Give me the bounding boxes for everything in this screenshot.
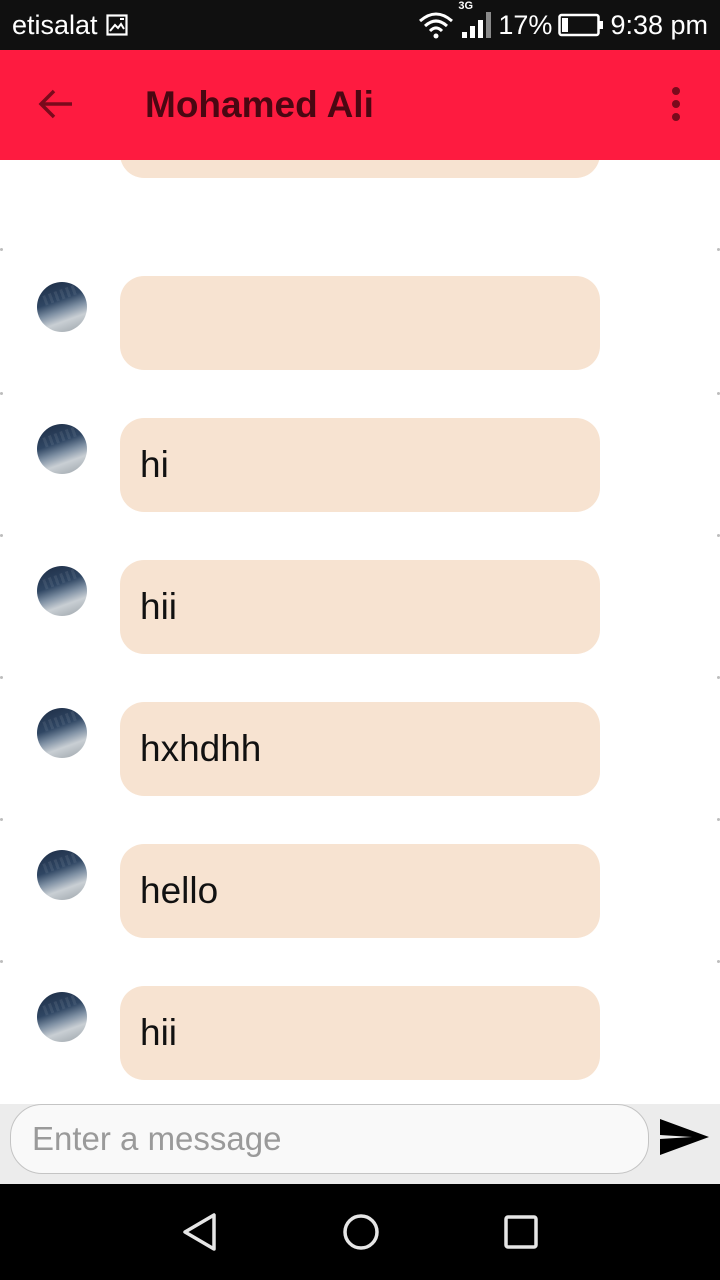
status-bar-left: etisalat	[12, 10, 128, 41]
system-navigation-bar	[0, 1184, 720, 1280]
message-bubble[interactable]: hii	[120, 986, 600, 1080]
message-row: hi	[0, 418, 720, 560]
message-list[interactable]: hi hii hxhdhh hello hii	[0, 160, 720, 1104]
message-input[interactable]	[10, 1104, 649, 1174]
send-icon	[658, 1117, 710, 1162]
nav-recents-button[interactable]	[495, 1208, 547, 1260]
nav-back-button[interactable]	[174, 1208, 226, 1260]
carrier-name: etisalat	[12, 9, 98, 40]
status-bar: etisalat 3G 17% 9:38 pm	[0, 0, 720, 50]
home-circle-icon	[341, 1212, 381, 1257]
battery-icon	[558, 13, 604, 37]
avatar[interactable]	[37, 424, 87, 474]
signal-icon: 3G	[458, 0, 492, 40]
status-bar-right: 3G 17% 9:38 pm	[418, 0, 708, 41]
clock: 9:38 pm	[610, 9, 708, 40]
message-bubble[interactable]	[120, 160, 600, 178]
message-bubble[interactable]	[120, 276, 600, 370]
send-button[interactable]	[656, 1116, 712, 1162]
message-row	[0, 276, 720, 418]
message-composer	[0, 1104, 720, 1184]
back-triangle-icon	[180, 1212, 220, 1257]
app-bar: Mohamed Ali	[0, 50, 720, 160]
avatar[interactable]	[37, 850, 87, 900]
message-bubble[interactable]: hxhdhh	[120, 702, 600, 796]
message-bubble[interactable]: hello	[120, 844, 600, 938]
chat-screen: etisalat 3G 17% 9:38 pm Mohamed Ali hi h…	[0, 0, 720, 1280]
more-vert-icon	[671, 86, 681, 127]
message-bubble[interactable]: hii	[120, 560, 600, 654]
message-row: hii	[0, 560, 720, 702]
arrow-back-icon	[38, 88, 74, 125]
message-row: hxhdhh	[0, 702, 720, 844]
message-bubble[interactable]: hi	[120, 418, 600, 512]
wifi-icon	[418, 11, 454, 39]
message-row: hii	[0, 986, 720, 1104]
battery-percent: 17%	[498, 9, 553, 40]
avatar[interactable]	[37, 282, 87, 332]
network-type-label: 3G	[458, 0, 474, 12]
message-row	[0, 160, 720, 226]
overflow-menu-button[interactable]	[660, 84, 692, 128]
recents-square-icon	[503, 1214, 539, 1255]
avatar[interactable]	[37, 992, 87, 1042]
back-button[interactable]	[36, 86, 76, 126]
message-row: hello	[0, 844, 720, 986]
conversation-title: Mohamed Ali	[145, 84, 374, 125]
gallery-icon	[105, 14, 128, 36]
avatar[interactable]	[37, 566, 87, 616]
avatar[interactable]	[37, 708, 87, 758]
nav-home-button[interactable]	[335, 1208, 387, 1260]
